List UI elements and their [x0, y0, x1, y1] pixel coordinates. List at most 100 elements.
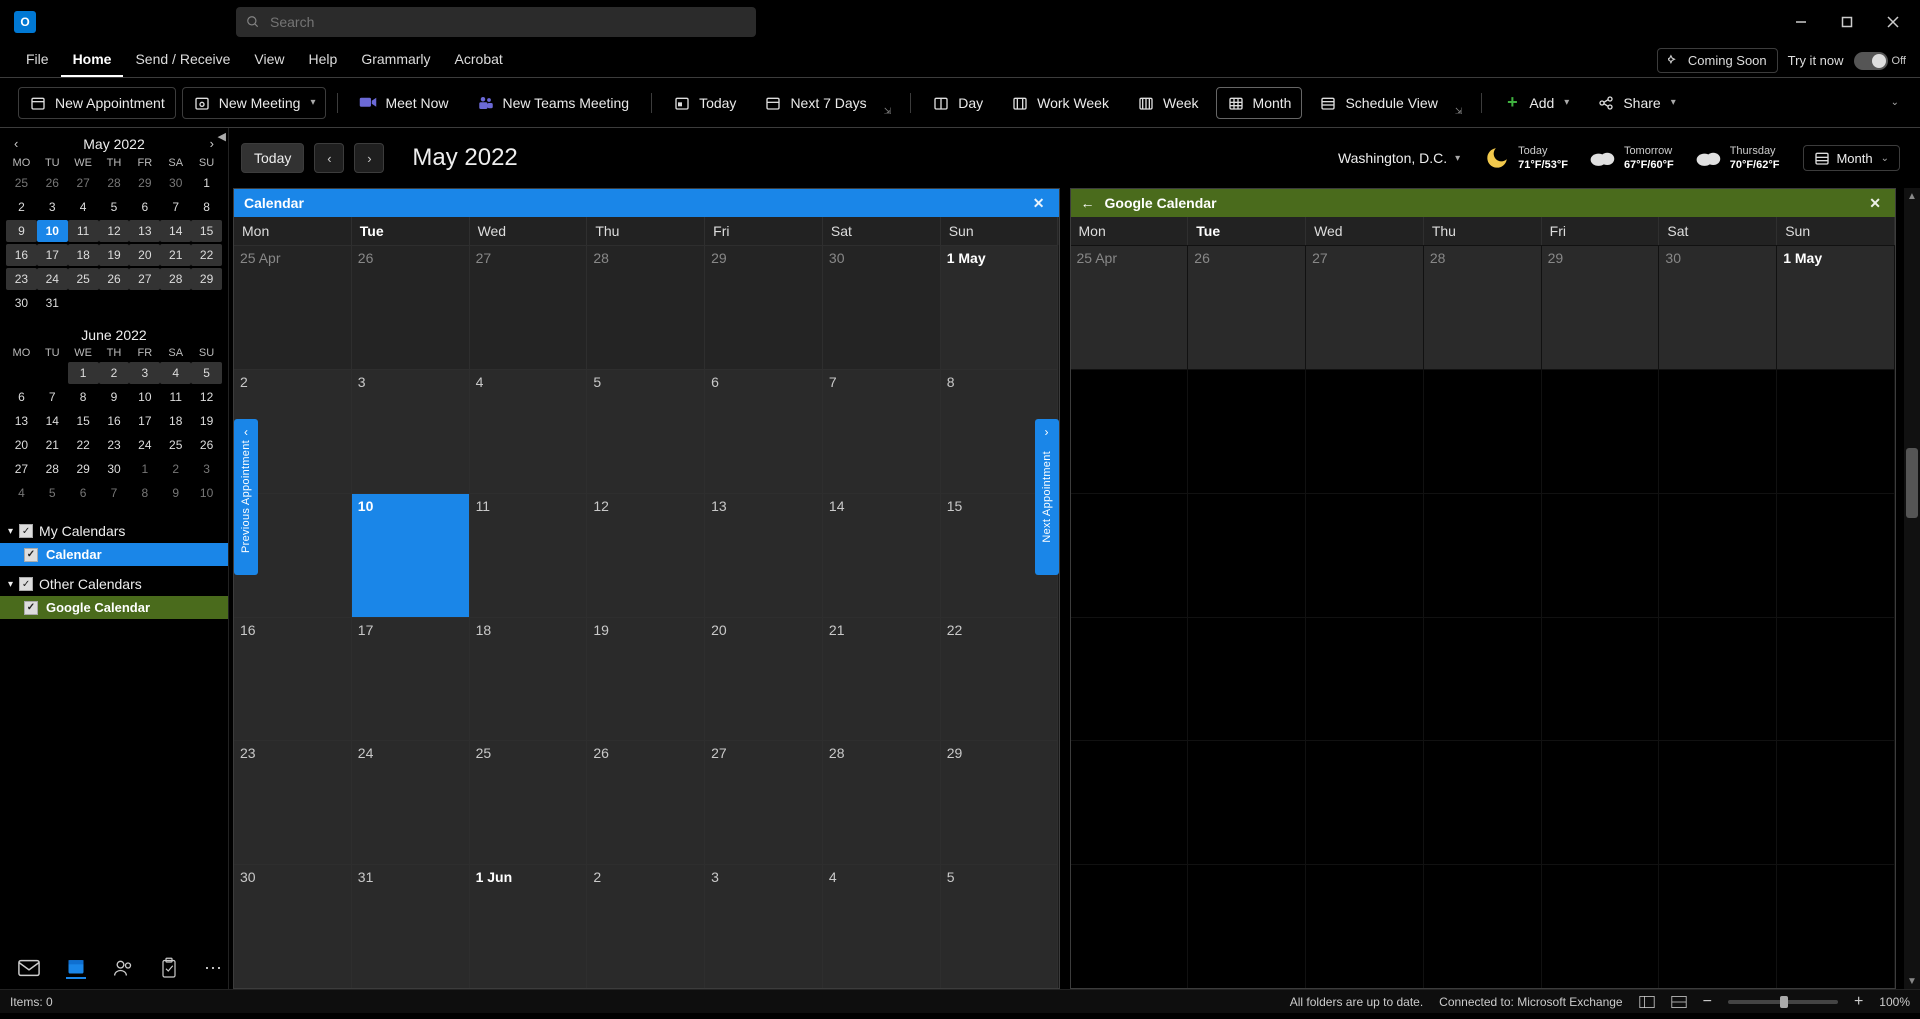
day-cell[interactable]: 13	[705, 493, 823, 617]
day-cell[interactable]: 17	[352, 617, 470, 741]
weather-cell[interactable]: Thursday70°F/62°F	[1694, 144, 1780, 172]
mini-day[interactable]: 16	[6, 244, 37, 266]
mini-day[interactable]: 14	[160, 220, 191, 242]
day-cell[interactable]: 29	[941, 740, 1059, 864]
day-cell[interactable]: 4	[470, 369, 588, 493]
calendar-item-google[interactable]: ✓ Google Calendar	[0, 596, 228, 619]
mini-day[interactable]: 4	[68, 196, 99, 218]
mini-day[interactable]: 5	[99, 196, 130, 218]
day-cell[interactable]	[1071, 493, 1189, 617]
scroll-up-button[interactable]: ▲	[1904, 188, 1920, 204]
mini-day[interactable]: 5	[37, 482, 68, 504]
day-cell[interactable]	[1188, 493, 1306, 617]
mini-day[interactable]: 9	[99, 386, 130, 408]
prev-appointment-tab[interactable]: ‹ Previous Appointment	[234, 419, 258, 575]
mini-day[interactable]: 29	[129, 172, 160, 194]
day-cell[interactable]	[1777, 617, 1895, 741]
mini-day[interactable]: 30	[6, 292, 37, 314]
close-button[interactable]	[1870, 6, 1916, 38]
day-cell[interactable]	[1659, 740, 1777, 864]
day-cell[interactable]	[1071, 864, 1189, 988]
day-cell[interactable]	[1777, 740, 1895, 864]
day-cell[interactable]: 29	[1542, 245, 1660, 369]
mini-day[interactable]: 18	[68, 244, 99, 266]
back-arrow-button[interactable]: ←	[1081, 195, 1095, 211]
mini-day[interactable]: 3	[129, 362, 160, 384]
mini-prev-month-button[interactable]: ‹	[8, 134, 24, 153]
location-selector[interactable]: Washington, D.C. ▾	[1338, 150, 1460, 166]
day-cell[interactable]: 6	[705, 369, 823, 493]
mini-day[interactable]: 11	[160, 386, 191, 408]
menu-item-help[interactable]: Help	[297, 45, 350, 77]
day-cell[interactable]: 26	[352, 245, 470, 369]
mini-day[interactable]: 6	[6, 386, 37, 408]
day-cell[interactable]	[1424, 369, 1542, 493]
mini-day[interactable]: 2	[99, 362, 130, 384]
zoom-out-button[interactable]: −	[1703, 993, 1712, 1011]
day-cell[interactable]: 3	[705, 864, 823, 988]
mini-calendar-june[interactable]: 1234567891011121314151617181920212223242…	[0, 361, 228, 511]
day-cell[interactable]: 12	[587, 493, 705, 617]
mini-day[interactable]: 21	[160, 244, 191, 266]
mini-day[interactable]: 15	[191, 220, 222, 242]
mini-day[interactable]: 24	[129, 434, 160, 456]
try-it-now-link[interactable]: Try it now	[1788, 53, 1844, 68]
day-cell[interactable]: 2	[587, 864, 705, 988]
view-selector[interactable]: Month ⌄	[1803, 145, 1900, 171]
next-7-days-button[interactable]: Next 7 Days	[753, 87, 877, 119]
add-calendar-button[interactable]: + Add ▾	[1492, 87, 1580, 119]
mini-day[interactable]: 22	[191, 244, 222, 266]
day-cell[interactable]: 10	[352, 493, 470, 617]
day-cell[interactable]	[1542, 864, 1660, 988]
mini-day[interactable]: 30	[160, 172, 191, 194]
day-cell[interactable]	[1777, 493, 1895, 617]
day-cell[interactable]	[1071, 617, 1189, 741]
day-cell[interactable]: 30	[823, 245, 941, 369]
mini-day[interactable]: 4	[160, 362, 191, 384]
mini-day[interactable]: 14	[37, 410, 68, 432]
day-cell[interactable]	[1071, 369, 1189, 493]
search-input[interactable]	[268, 13, 746, 31]
checkbox-icon[interactable]: ✓	[24, 601, 38, 615]
day-cell[interactable]: 4	[823, 864, 941, 988]
next-appointment-tab[interactable]: › Next Appointment	[1035, 419, 1059, 575]
day-cell[interactable]	[1659, 864, 1777, 988]
day-cell[interactable]	[1777, 864, 1895, 988]
share-calendar-button[interactable]: Share ▾	[1586, 87, 1686, 119]
mini-day[interactable]: 15	[68, 410, 99, 432]
day-cell[interactable]: 18	[470, 617, 588, 741]
mini-day[interactable]: 28	[37, 458, 68, 480]
mini-day[interactable]: 10	[191, 482, 222, 504]
mini-day[interactable]: 2	[160, 458, 191, 480]
day-cell[interactable]	[1306, 864, 1424, 988]
mini-day[interactable]: 28	[99, 172, 130, 194]
more-nav-button[interactable]: ⋯	[204, 957, 222, 979]
close-pane-button[interactable]: ✕	[1029, 195, 1049, 212]
day-cell[interactable]	[1424, 493, 1542, 617]
month-grid[interactable]: 25 Apr26272829301 May2345678910111213141…	[234, 245, 1059, 988]
coming-soon-button[interactable]: Coming Soon	[1657, 48, 1778, 73]
other-calendars-group[interactable]: ▾ ✓ Other Calendars	[0, 572, 228, 596]
prev-period-button[interactable]: ‹	[314, 143, 344, 173]
view-normal-button[interactable]	[1639, 995, 1655, 1009]
mini-day[interactable]: 9	[6, 220, 37, 242]
day-cell[interactable]: 19	[587, 617, 705, 741]
mini-day[interactable]: 28	[160, 268, 191, 290]
menu-item-file[interactable]: File	[14, 45, 61, 77]
weather-cell[interactable]: Tomorrow67°F/60°F	[1588, 144, 1674, 172]
mini-day[interactable]: 6	[129, 196, 160, 218]
new-teams-meeting-button[interactable]: New Teams Meeting	[466, 87, 641, 119]
day-cell[interactable]: 1 May	[941, 245, 1059, 369]
mini-day[interactable]: 23	[6, 268, 37, 290]
mini-day[interactable]: 20	[129, 244, 160, 266]
my-calendars-group[interactable]: ▾ ✓ My Calendars	[0, 519, 228, 543]
mini-day[interactable]: 8	[129, 482, 160, 504]
day-cell[interactable]: 24	[352, 740, 470, 864]
day-cell[interactable]	[1659, 493, 1777, 617]
day-cell[interactable]: 27	[470, 245, 588, 369]
checkbox-icon[interactable]: ✓	[19, 524, 33, 538]
view-reading-button[interactable]	[1671, 995, 1687, 1009]
day-cell[interactable]: 11	[470, 493, 588, 617]
day-cell[interactable]	[1306, 740, 1424, 864]
menu-item-send-receive[interactable]: Send / Receive	[123, 45, 242, 77]
